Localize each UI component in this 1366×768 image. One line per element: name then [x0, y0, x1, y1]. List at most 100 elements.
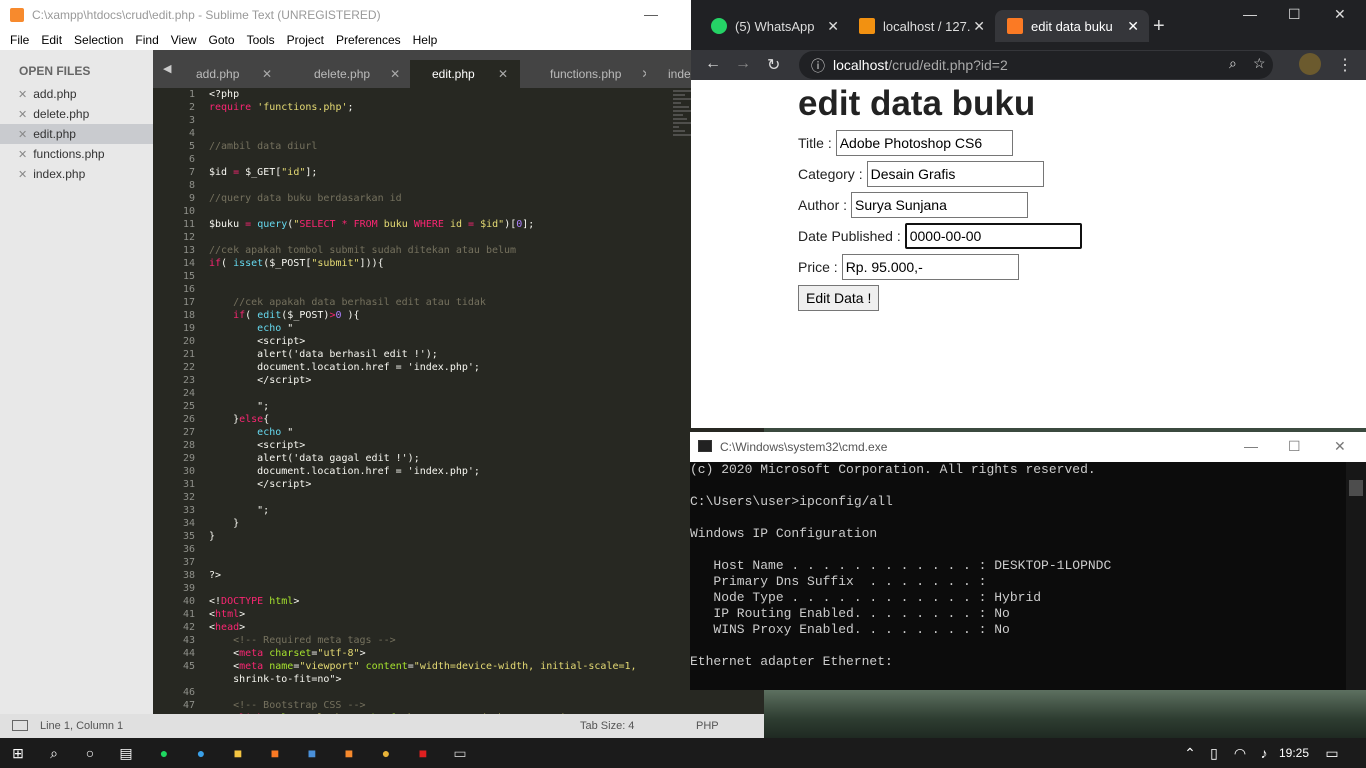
code-line: <!-- Bootstrap CSS -->	[209, 700, 366, 711]
menu-goto[interactable]: Goto	[203, 33, 241, 47]
show-hidden-icons-icon[interactable]: ⌃	[1180, 743, 1200, 763]
close-icon[interactable]: ✕	[18, 109, 27, 121]
menu-help[interactable]: Help	[407, 33, 444, 47]
close-icon[interactable]: ✕	[18, 149, 27, 161]
clock[interactable]: 19:25	[1279, 746, 1309, 760]
price-input[interactable]	[841, 254, 1019, 280]
close-icon[interactable]: ✕	[973, 18, 985, 35]
tab-label: add.php	[196, 67, 240, 81]
cmd-taskbar-icon[interactable]: ▭	[450, 743, 470, 763]
syntax-mode[interactable]: PHP	[696, 720, 719, 732]
date-label: Date Published :	[798, 228, 901, 244]
close-window-icon[interactable]: ✕	[1334, 438, 1346, 455]
info-icon[interactable]: ⓘ	[811, 56, 825, 76]
address-bar[interactable]: ⓘ localhost/crud/edit.php?id=2 ⌕ ☆	[799, 51, 1273, 79]
minimize-icon[interactable]: —	[1243, 6, 1257, 22]
acrobat-icon[interactable]: ■	[413, 743, 433, 763]
menu-edit[interactable]: Edit	[35, 33, 68, 47]
chrome-icon[interactable]: ●	[376, 743, 396, 763]
sidebar-file-edit[interactable]: ✕ edit.php	[0, 124, 153, 144]
sublime-statusbar: Line 1, Column 1 Tab Size: 4 PHP	[0, 714, 764, 738]
notification-icon[interactable]: ▭	[1322, 743, 1342, 763]
menu-file[interactable]: File	[4, 33, 35, 47]
tab-scroll-arrows-icon[interactable]: ◀ ▶	[153, 50, 174, 88]
device-icon[interactable]: ▯	[1204, 743, 1224, 763]
code-line: }	[209, 518, 240, 529]
edit-data-button[interactable]: Edit Data !	[798, 285, 880, 311]
close-icon[interactable]: ✕	[390, 60, 400, 88]
file-explorer-icon[interactable]: ■	[228, 743, 248, 763]
search-icon[interactable]: ⌕	[44, 743, 64, 763]
menu-kebab-icon[interactable]: ⋮	[1337, 55, 1353, 75]
minimize-icon[interactable]: —	[644, 6, 658, 22]
menu-project[interactable]: Project	[281, 33, 330, 47]
maximize-icon[interactable]: ☐	[1288, 438, 1301, 455]
reload-icon[interactable]: ↻	[767, 55, 780, 75]
sidebar-file-functions[interactable]: ✕ functions.php	[0, 144, 153, 164]
menu-find[interactable]: Find	[129, 33, 164, 47]
volume-icon[interactable]: ♪	[1254, 743, 1274, 763]
menu-view[interactable]: View	[165, 33, 203, 47]
scrollbar-thumb[interactable]	[1349, 480, 1363, 496]
zoom-icon[interactable]: ⌕	[1229, 55, 1237, 72]
sublime-text-icon[interactable]: ■	[339, 743, 359, 763]
wifi-icon[interactable]: ◠	[1230, 743, 1250, 763]
close-icon[interactable]: ✕	[18, 129, 27, 141]
sidebar-file-delete[interactable]: ✕ delete.php	[0, 104, 153, 124]
close-window-icon[interactable]: ✕	[1334, 6, 1346, 23]
close-icon[interactable]: ✕	[262, 60, 272, 88]
close-icon[interactable]: ✕	[18, 169, 27, 181]
edge-icon[interactable]: ●	[191, 743, 211, 763]
tab-phpmyadmin[interactable]: localhost / 127. ✕	[847, 10, 995, 42]
tab-delete[interactable]: delete.php ✕	[292, 60, 402, 88]
tab-label: edit data buku	[1031, 18, 1113, 34]
tab-label: delete.php	[314, 67, 371, 81]
tab-edit[interactable]: edit.php ✕	[410, 60, 520, 88]
menu-preferences[interactable]: Preferences	[330, 33, 407, 47]
code-area[interactable]: <?php require 'functions.php'; //ambil d…	[209, 88, 689, 714]
cmd-line: Ethernet adapter Ethernet:	[690, 654, 893, 669]
monitor-icon[interactable]	[12, 720, 28, 731]
new-tab-icon[interactable]: +	[1153, 10, 1173, 42]
line-number: 2	[188, 102, 195, 113]
maximize-icon[interactable]: ☐	[1288, 6, 1301, 23]
sidebar-header: OPEN FILES	[19, 64, 91, 78]
date-published-input[interactable]	[904, 223, 1082, 249]
minimize-icon[interactable]: —	[1244, 438, 1258, 454]
task-view-icon[interactable]: ▤	[116, 743, 136, 763]
code-line: document.location.href = 'index.php';	[209, 466, 480, 477]
cmd-output[interactable]: (c) 2020 Microsoft Corporation. All righ…	[690, 462, 1346, 690]
close-icon[interactable]: ✕	[1127, 18, 1139, 35]
menu-tools[interactable]: Tools	[241, 33, 281, 47]
back-icon[interactable]: ←	[705, 55, 721, 73]
cmd-line: Node Type . . . . . . . . . . . . : Hybr…	[690, 590, 1042, 605]
author-input[interactable]	[851, 192, 1029, 218]
tab-functions[interactable]: functions.php✕	[528, 60, 651, 88]
sidebar-file-index[interactable]: ✕ index.php	[0, 164, 153, 184]
category-input[interactable]	[866, 161, 1044, 187]
tab-size[interactable]: Tab Size: 4	[580, 720, 634, 732]
xampp-icon[interactable]: ■	[265, 743, 285, 763]
tab-add[interactable]: add.php ✕	[174, 60, 284, 88]
spotify-icon[interactable]: ●	[154, 743, 174, 763]
cortana-icon[interactable]: ○	[80, 743, 100, 763]
sidebar-file-add[interactable]: ✕ add.php	[0, 84, 153, 104]
close-icon[interactable]: ✕	[498, 60, 508, 88]
tab-edit-data-buku[interactable]: edit data buku ✕	[995, 10, 1149, 42]
close-icon[interactable]: ✕	[827, 18, 839, 35]
windows-start-icon[interactable]: ⊞	[8, 743, 28, 763]
photos-icon[interactable]: ■	[302, 743, 322, 763]
bookmark-star-icon[interactable]: ☆	[1253, 55, 1266, 72]
file-label: index.php	[33, 167, 86, 181]
cmd-scrollbar[interactable]	[1346, 462, 1366, 690]
menu-selection[interactable]: Selection	[68, 33, 129, 47]
minimap[interactable]	[673, 88, 693, 318]
forward-icon[interactable]: →	[735, 55, 751, 73]
sublime-titlebar: C:\xampp\htdocs\crud\edit.php - Sublime …	[0, 0, 764, 30]
close-icon[interactable]: ✕	[18, 89, 27, 101]
code-editor[interactable]: 1 2 3 4 5 6 7 8 9 10 11 12 13 14 15 16 17 18 19 20 21 22 23 24 2…	[153, 88, 764, 714]
profile-avatar[interactable]	[1299, 53, 1321, 75]
title-input[interactable]	[835, 130, 1013, 156]
url-host: localhost	[833, 57, 889, 73]
tab-whatsapp[interactable]: (5) WhatsApp ✕	[699, 10, 849, 42]
